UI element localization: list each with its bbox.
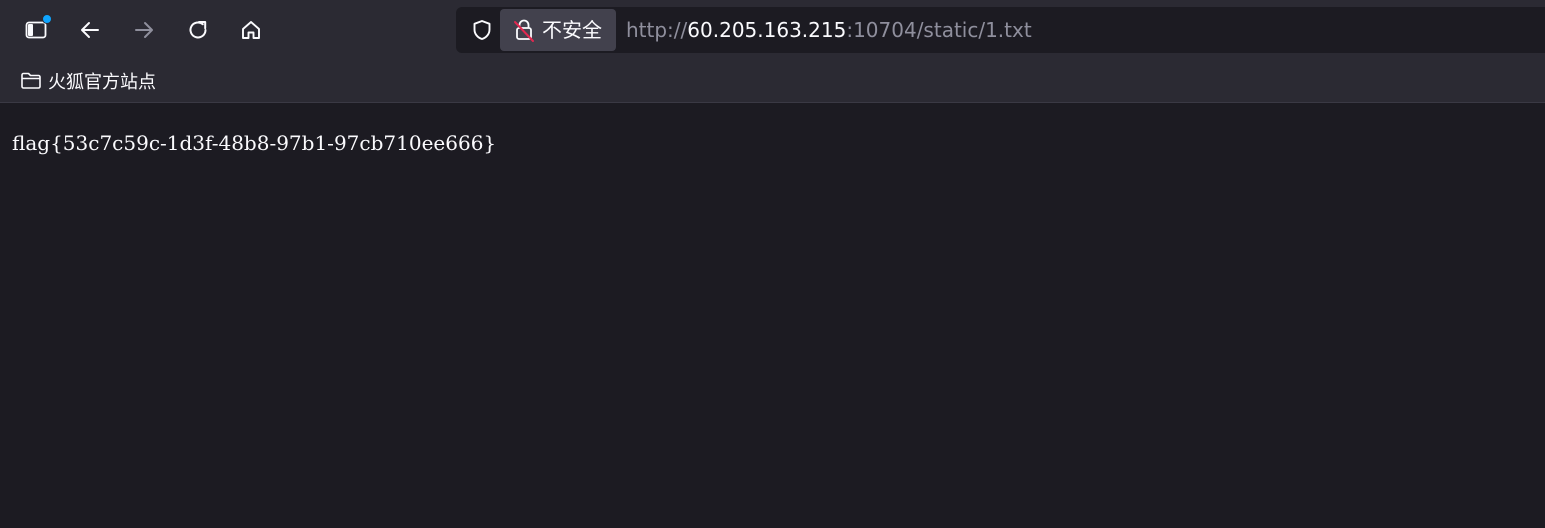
url-text[interactable]: http://60.205.163.215:10704/static/1.txt bbox=[626, 19, 1032, 41]
folder-icon bbox=[21, 72, 41, 89]
tracking-protection-button[interactable] bbox=[464, 12, 500, 48]
reload-button[interactable] bbox=[180, 12, 216, 48]
url-path: :10704/static/1.txt bbox=[846, 18, 1032, 42]
forward-button[interactable] bbox=[126, 12, 162, 48]
home-icon bbox=[242, 21, 260, 39]
insecure-lock-icon bbox=[514, 19, 534, 42]
security-label: 不安全 bbox=[542, 18, 602, 42]
home-button[interactable] bbox=[233, 12, 269, 48]
forward-arrow-icon bbox=[135, 22, 153, 38]
bookmarks-toolbar: 火狐官方站点 bbox=[0, 60, 1545, 103]
url-scheme: http:// bbox=[626, 18, 688, 42]
shield-icon bbox=[473, 20, 491, 40]
back-button[interactable] bbox=[72, 12, 108, 48]
sidebar-notification-dot bbox=[42, 14, 52, 24]
page-content: flag{53c7c59c-1d3f-48b8-97b1-97cb710ee66… bbox=[0, 103, 1545, 528]
back-arrow-icon bbox=[81, 22, 99, 38]
reload-icon bbox=[189, 21, 207, 39]
url-host: 60.205.163.215 bbox=[687, 18, 847, 42]
browser-toolbar: 不安全 http://60.205.163.215:10704/static/1… bbox=[0, 0, 1545, 60]
url-bar[interactable]: 不安全 http://60.205.163.215:10704/static/1… bbox=[456, 7, 1545, 53]
text-file-content: flag{53c7c59c-1d3f-48b8-97b1-97cb710ee66… bbox=[12, 131, 497, 155]
site-security-indicator[interactable]: 不安全 bbox=[500, 9, 616, 51]
bookmark-label: 火狐官方站点 bbox=[48, 72, 156, 93]
bookmark-folder-firefox-official[interactable]: 火狐官方站点 bbox=[14, 65, 162, 97]
